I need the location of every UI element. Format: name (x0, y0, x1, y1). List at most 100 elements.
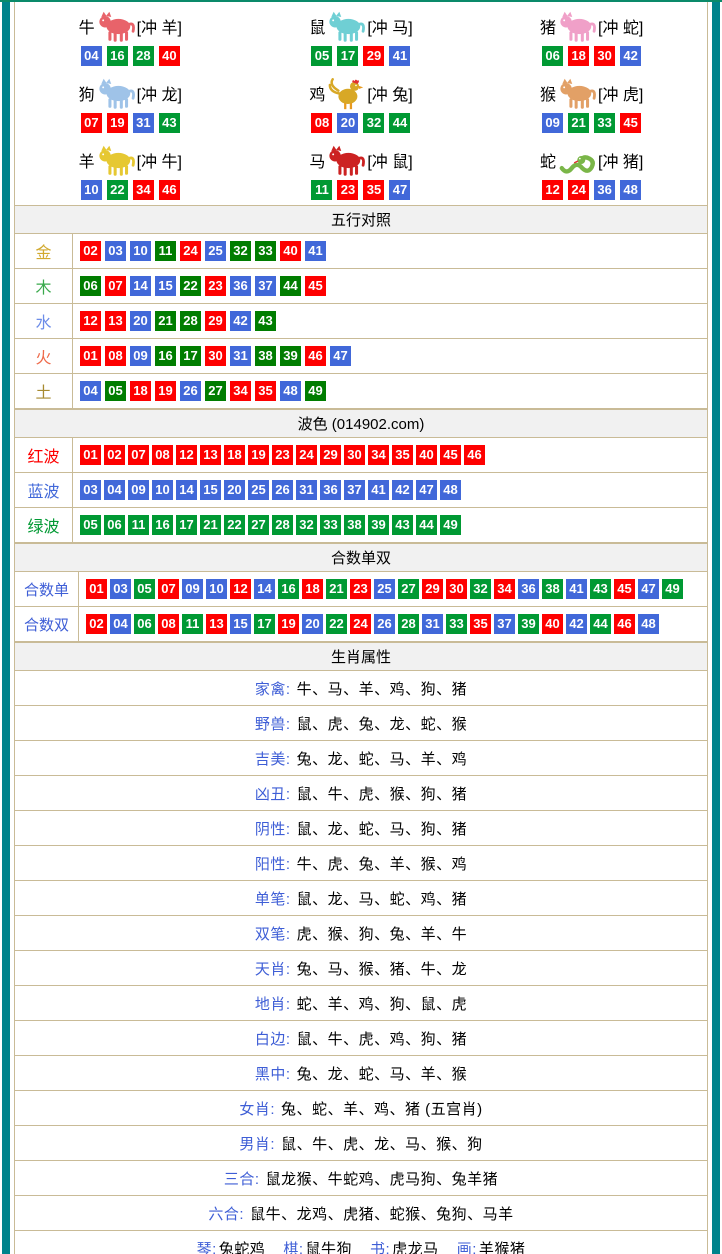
zodiac-number-list: 06183042 (542, 46, 641, 66)
number-ball-20: 20 (337, 113, 358, 133)
number-ball-46: 46 (159, 180, 180, 200)
number-ball-34: 34 (230, 381, 251, 401)
number-ball-23: 23 (205, 276, 226, 296)
number-list: 0102070812131819232429303435404546 (73, 445, 485, 465)
number-ball-05: 05 (80, 515, 101, 535)
number-ball-25: 25 (205, 241, 226, 261)
number-ball-19: 19 (107, 113, 128, 133)
number-ball-04: 04 (80, 381, 101, 401)
sum-parity-rows: 合数单0103050709101214161821232527293032343… (15, 572, 707, 642)
number-ball-39: 39 (518, 614, 539, 634)
number-ball-08: 08 (152, 445, 173, 465)
number-ball-12: 12 (176, 445, 197, 465)
number-ball-34: 34 (368, 445, 389, 465)
arts-value: 鼠牛狗 (305, 1241, 352, 1254)
number-ball-09: 09 (182, 579, 203, 599)
number-ball-21: 21 (568, 113, 589, 133)
number-row: 合数双0204060811131517192022242628313335373… (15, 607, 707, 642)
number-ball-29: 29 (320, 445, 341, 465)
row-label: 红波 (15, 438, 73, 472)
zodiac-number-list: 11233547 (311, 180, 410, 200)
number-ball-33: 33 (594, 113, 615, 133)
number-ball-32: 32 (296, 515, 317, 535)
number-ball-40: 40 (159, 46, 180, 66)
number-ball-28: 28 (180, 311, 201, 331)
clash-label: [冲 蛇] (598, 14, 643, 38)
zodiac-name: 蛇 (540, 148, 556, 172)
number-ball-13: 13 (200, 445, 221, 465)
number-ball-20: 20 (224, 480, 245, 500)
row-label: 火 (15, 339, 73, 373)
number-ball-16: 16 (107, 46, 128, 66)
attribute-label: 阳性: (255, 853, 291, 874)
number-ball-07: 07 (158, 579, 179, 599)
attribute-row: 女肖:兔、蛇、羊、鸡、猪 (五宫肖) (15, 1091, 707, 1126)
attribute-value: 鼠、虎、兔、龙、蛇、猴 (297, 713, 468, 734)
section-header-waves: 波色 (014902.com) (15, 409, 707, 438)
page: 牛 [冲 羊]04162840鼠 [冲 马]05172941猪 [冲 蛇]061… (0, 0, 722, 1254)
dog-icon (97, 77, 135, 110)
number-ball-27: 27 (398, 579, 419, 599)
number-ball-32: 32 (363, 113, 384, 133)
number-ball-44: 44 (280, 276, 301, 296)
number-ball-39: 39 (368, 515, 389, 535)
row-label: 蓝波 (15, 473, 73, 507)
zodiac-number-list: 05172941 (311, 46, 410, 66)
number-ball-36: 36 (320, 480, 341, 500)
sum-parity-title: 合数单双 (331, 547, 391, 568)
number-ball-28: 28 (272, 515, 293, 535)
number-ball-42: 42 (566, 614, 587, 634)
number-ball-26: 26 (374, 614, 395, 634)
attribute-value: 鼠、龙、马、蛇、鸡、猪 (297, 888, 468, 909)
top-border-line (0, 0, 722, 2)
number-ball-37: 37 (494, 614, 515, 634)
zodiac-name: 马 (309, 148, 325, 172)
zodiac-cell-pig: 猪 [冲 蛇]06183042 (476, 4, 707, 71)
number-ball-22: 22 (326, 614, 347, 634)
number-ball-11: 11 (155, 241, 176, 261)
attribute-row: 白边:鼠、牛、虎、鸡、狗、猪 (15, 1021, 707, 1056)
zodiac-cell-heading: 鼠 [冲 马] (309, 10, 412, 43)
clash-label: [冲 马] (367, 14, 412, 38)
zodiac-reference-table: 牛 [冲 羊]04162840鼠 [冲 马]05172941猪 [冲 蛇]061… (14, 2, 708, 1254)
number-ball-43: 43 (159, 113, 180, 133)
number-ball-23: 23 (272, 445, 293, 465)
right-border-bar (712, 0, 720, 1254)
clash-label: [冲 兔] (367, 81, 412, 105)
attribute-label: 家禽: (255, 678, 291, 699)
zodiac-cell-heading: 牛 [冲 羊] (79, 10, 182, 43)
horse-icon (327, 144, 365, 177)
zodiac-name: 牛 (79, 14, 95, 38)
number-ball-38: 38 (344, 515, 365, 535)
number-row: 红波0102070812131819232429303435404546 (15, 438, 707, 473)
zodiac-number-list: 10223446 (81, 180, 180, 200)
attribute-label: 地肖: (255, 993, 291, 1014)
number-ball-29: 29 (363, 46, 384, 66)
attribute-value: 鼠、牛、虎、鸡、狗、猪 (297, 1028, 468, 1049)
arts-key: 画: (457, 1241, 477, 1254)
number-ball-30: 30 (446, 579, 467, 599)
number-ball-04: 04 (81, 46, 102, 66)
arts-pair: 画:羊猴猪 (457, 1238, 526, 1254)
attribute-row: 吉美:兔、龙、蛇、马、羊、鸡 (15, 741, 707, 776)
number-ball-12: 12 (542, 180, 563, 200)
number-ball-45: 45 (620, 113, 641, 133)
number-ball-34: 34 (133, 180, 154, 200)
number-list: 0108091617303138394647 (73, 346, 351, 366)
number-ball-38: 38 (542, 579, 563, 599)
number-ball-46: 46 (305, 346, 326, 366)
number-ball-18: 18 (568, 46, 589, 66)
number-ball-44: 44 (389, 113, 410, 133)
wave-color-rows: 红波0102070812131819232429303435404546蓝波03… (15, 438, 707, 543)
number-ball-21: 21 (326, 579, 347, 599)
number-ball-19: 19 (278, 614, 299, 634)
zodiac-cell-ox: 牛 [冲 羊]04162840 (15, 4, 246, 71)
zodiac-cell-heading: 猴 [冲 虎] (540, 77, 643, 110)
number-ball-31: 31 (296, 480, 317, 500)
number-ball-08: 08 (105, 346, 126, 366)
attribute-label: 野兽: (255, 713, 291, 734)
number-ball-38: 38 (255, 346, 276, 366)
attribute-value: 虎、猴、狗、兔、羊、牛 (297, 923, 468, 944)
attribute-label: 天肖: (255, 958, 291, 979)
number-ball-31: 31 (133, 113, 154, 133)
